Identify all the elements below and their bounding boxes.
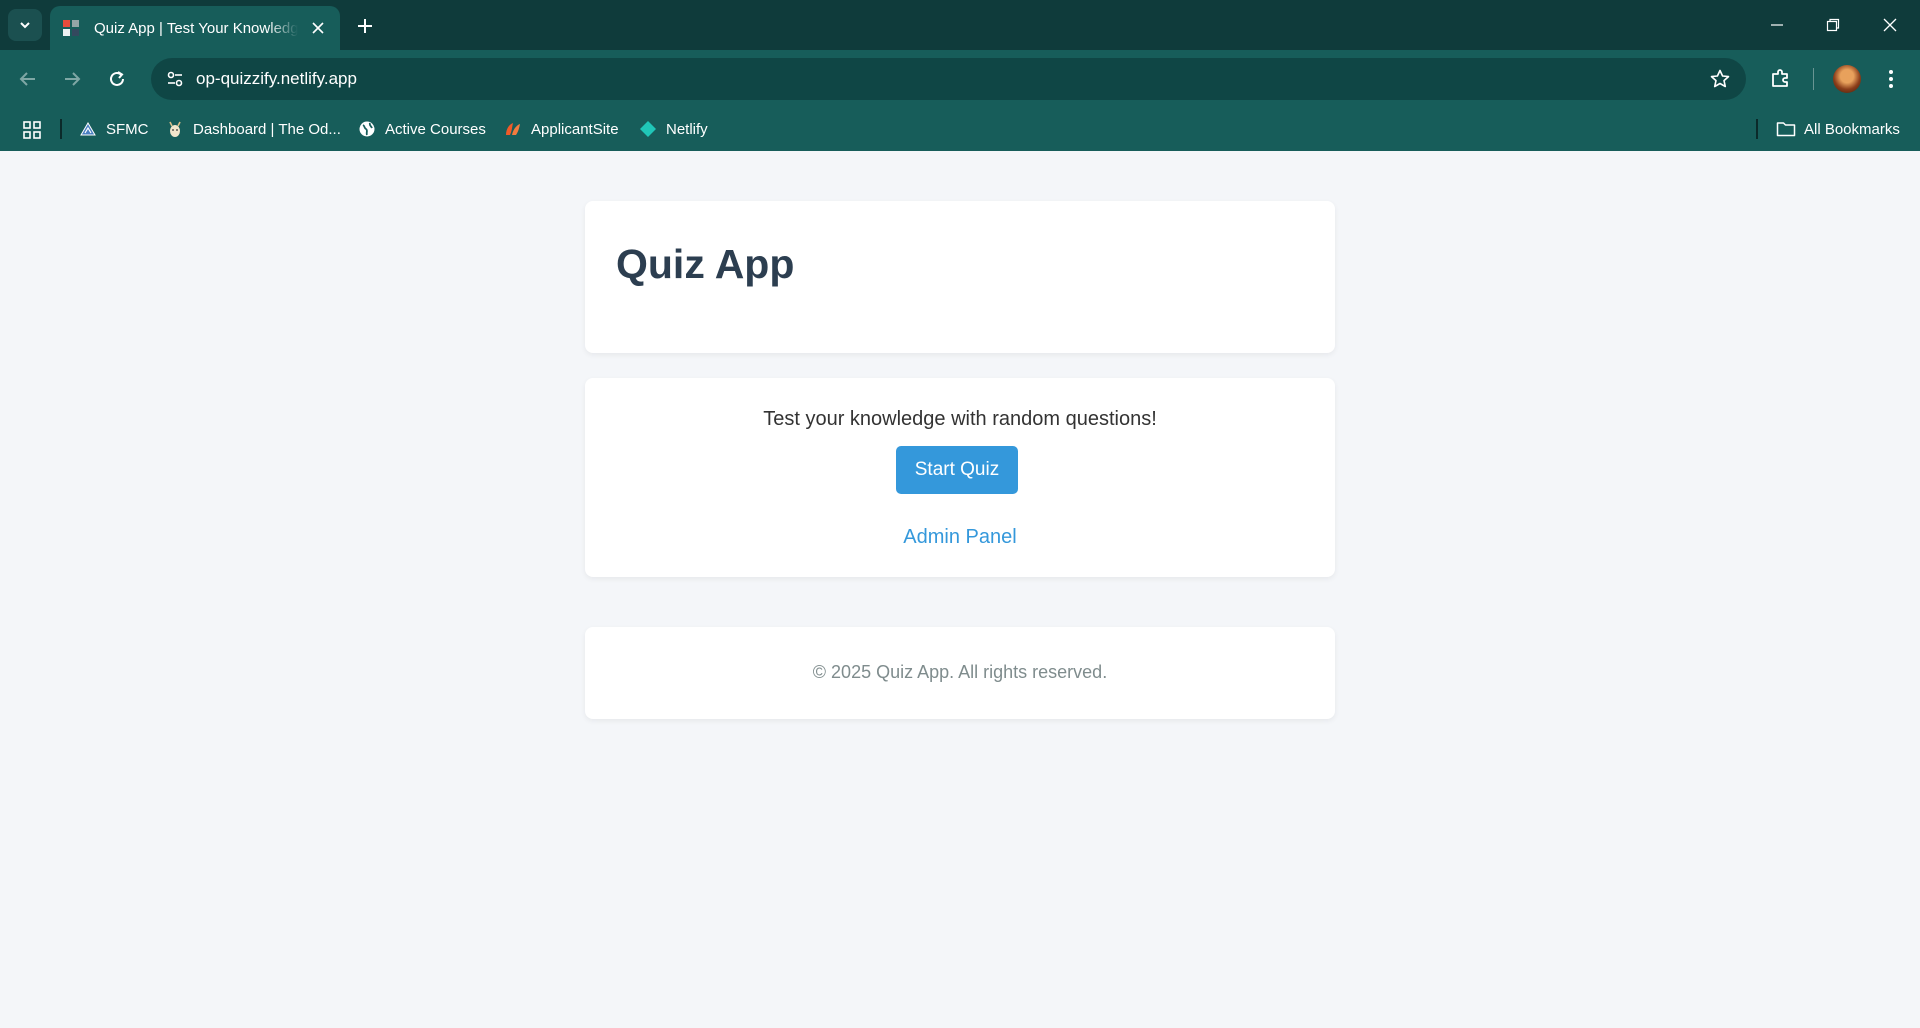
- restore-button[interactable]: [1818, 10, 1848, 40]
- bookmark-label: ApplicantSite: [531, 120, 619, 138]
- tab-close-button[interactable]: [308, 18, 328, 38]
- toolbar-separator: [1813, 68, 1814, 90]
- bookmark-applicantsite[interactable]: ApplicantSite: [504, 116, 619, 142]
- star-icon: [1710, 69, 1730, 88]
- bookmarks-separator: [60, 119, 62, 139]
- page-content: Quiz App Test your knowledge with random…: [0, 151, 1920, 1028]
- arrow-right-icon: [65, 72, 81, 86]
- minimize-icon: [1771, 24, 1783, 26]
- odin-icon: [166, 120, 184, 138]
- bookmark-dashboard[interactable]: Dashboard | The Od...: [166, 116, 341, 142]
- footer-card: © 2025 Quiz App. All rights reserved.: [585, 627, 1335, 719]
- arrow-left-icon: [19, 72, 35, 86]
- reload-button[interactable]: [102, 64, 132, 94]
- all-bookmarks-button[interactable]: All Bookmarks: [1776, 116, 1900, 142]
- tab-strip: Quiz App | Test Your Knowledge: [0, 0, 1920, 50]
- back-button[interactable]: [13, 64, 43, 94]
- extensions-button[interactable]: [1766, 63, 1796, 93]
- bookmark-active-courses[interactable]: Active Courses: [358, 116, 486, 142]
- bookmark-sfmc[interactable]: SFMC: [79, 116, 149, 142]
- restore-icon: [1826, 18, 1840, 32]
- address-bar[interactable]: op-quizzify.netlify.app: [151, 58, 1746, 100]
- site-info-button[interactable]: [160, 64, 190, 94]
- apps-button[interactable]: [20, 118, 44, 142]
- browser-toolbar: op-quizzify.netlify.app: [0, 50, 1920, 108]
- tab-active[interactable]: Quiz App | Test Your Knowledge: [50, 6, 340, 50]
- tagline: Test your knowledge with random question…: [763, 408, 1157, 430]
- bookmark-label: Active Courses: [385, 120, 486, 138]
- applicantsite-icon: [504, 120, 522, 138]
- globe-icon: [358, 120, 376, 138]
- bookmark-netlify[interactable]: Netlify: [639, 116, 708, 142]
- footer-copyright: © 2025 Quiz App. All rights reserved.: [812, 662, 1108, 682]
- url-text[interactable]: op-quizzify.netlify.app: [196, 69, 357, 89]
- tune-icon: [167, 71, 183, 87]
- bookmarks-separator: [1756, 119, 1758, 139]
- chevron-down-icon: [20, 22, 30, 29]
- reload-icon: [110, 71, 124, 86]
- tab-search-button[interactable]: [8, 9, 42, 41]
- tab-title: Quiz App | Test Your Knowledge: [94, 19, 298, 37]
- close-window-button[interactable]: [1875, 10, 1905, 40]
- minimize-button[interactable]: [1762, 10, 1792, 40]
- folder-icon: [1776, 120, 1796, 138]
- puzzle-icon: [1772, 69, 1788, 87]
- admin-panel-link[interactable]: Admin Panel: [585, 526, 1335, 549]
- forward-button[interactable]: [57, 64, 87, 94]
- bookmark-label: Netlify: [666, 120, 708, 138]
- bookmark-label: SFMC: [106, 120, 149, 138]
- sfmc-icon: [79, 120, 97, 138]
- bookmark-label: Dashboard | The Od...: [193, 120, 341, 138]
- start-quiz-button[interactable]: Start Quiz: [896, 446, 1018, 494]
- bookmarks-bar: SFMC Dashboard | The Od... Active Course…: [0, 108, 1920, 151]
- main-card: Test your knowledge with random question…: [585, 378, 1335, 577]
- quiz-favicon-icon: [63, 20, 79, 36]
- browser-menu-button[interactable]: [1877, 65, 1905, 93]
- close-icon: [312, 22, 324, 34]
- close-icon: [1883, 18, 1897, 32]
- plus-icon: [358, 19, 372, 33]
- profile-avatar[interactable]: [1833, 65, 1861, 93]
- page-title: Quiz App: [616, 241, 795, 287]
- more-vertical-icon: [1889, 70, 1893, 88]
- apps-grid-icon: [23, 121, 41, 139]
- all-bookmarks-label: All Bookmarks: [1804, 120, 1900, 138]
- header-card: Quiz App: [585, 201, 1335, 353]
- bookmark-star-button[interactable]: [1708, 67, 1732, 91]
- new-tab-button[interactable]: [352, 13, 378, 39]
- netlify-icon: [639, 120, 657, 138]
